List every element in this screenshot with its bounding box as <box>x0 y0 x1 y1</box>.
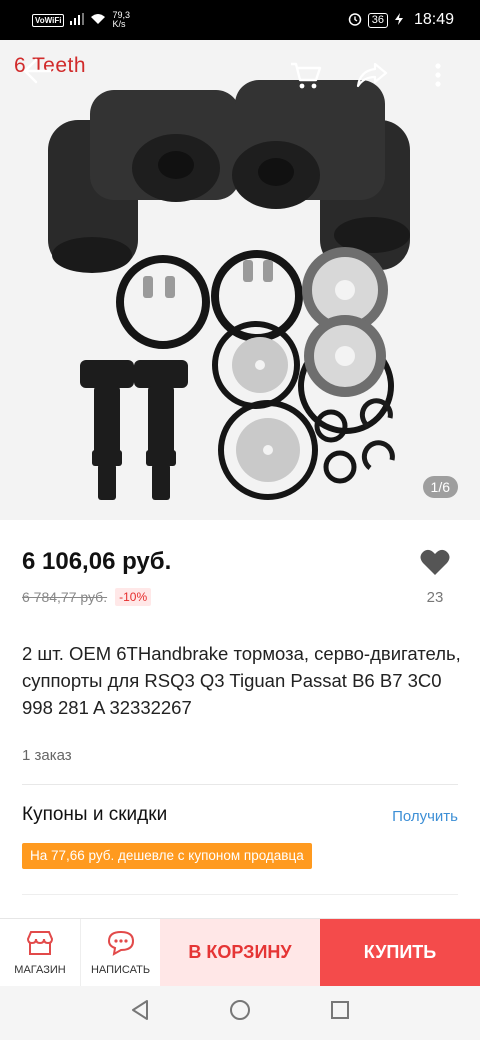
coupons-heading: Купоны и скидки <box>22 804 168 825</box>
product-title: 2 шт. OEM 6THandbrake тормоза, серво-дви… <box>22 643 461 718</box>
add-to-cart-button[interactable]: В КОРЗИНУ <box>160 919 320 986</box>
status-bar: VoWiFi 79,3 K/s 36 18:49 <box>0 0 480 40</box>
back-arrow-icon[interactable] <box>22 58 52 92</box>
get-coupon-link[interactable]: Получить <box>392 808 458 825</box>
wishlist-button[interactable]: 23 <box>410 548 460 606</box>
wishlist-count: 23 <box>426 589 444 606</box>
divider <box>22 784 458 785</box>
alarm-icon <box>348 12 362 29</box>
more-vertical-icon[interactable] <box>420 63 456 94</box>
message-seller-button[interactable]: НАПИСАТЬ <box>80 919 160 986</box>
battery-indicator: 36 <box>367 12 388 28</box>
status-right: 36 18:49 <box>348 11 454 29</box>
nav-recents-icon[interactable] <box>320 999 360 1027</box>
discount-badge: -10% <box>115 588 152 606</box>
store-label: МАГАЗИН <box>14 963 66 976</box>
divider <box>22 894 458 895</box>
wifi-icon <box>90 12 106 28</box>
system-navigation-bar <box>0 986 480 1040</box>
purchase-action-bar: МАГАЗИН НАПИСАТЬ В КОРЗИНУ КУПИТЬ <box>0 918 480 986</box>
signal-icon <box>70 12 85 28</box>
price-section: 6 106,06 руб. 6 784,77 руб. -10% <box>22 548 462 606</box>
product-image-gallery[interactable]: 6 Teeth 1/6 <box>0 40 480 520</box>
store-icon <box>25 930 55 962</box>
buy-now-button[interactable]: КУПИТЬ <box>320 919 480 986</box>
heart-icon <box>410 548 460 581</box>
old-price: 6 784,77 руб. <box>22 589 108 605</box>
gallery-toolbar <box>288 60 480 97</box>
vowifi-badge: VoWiFi <box>32 13 65 27</box>
store-button[interactable]: МАГАЗИН <box>0 919 80 986</box>
message-label: НАПИСАТЬ <box>90 963 151 976</box>
orders-count: 1 заказ <box>22 747 72 764</box>
status-left: VoWiFi 79,3 K/s <box>32 11 130 29</box>
cart-icon[interactable] <box>288 60 324 97</box>
seller-coupon-tag[interactable]: На 77,66 руб. дешевле с купоном продавца <box>22 843 312 869</box>
chat-bubble-icon <box>106 930 136 962</box>
speed-unit: K/s <box>112 19 126 29</box>
nav-home-icon[interactable] <box>220 999 260 1027</box>
clock: 18:49 <box>413 11 454 28</box>
nav-back-icon[interactable] <box>120 999 160 1027</box>
image-page-indicator: 1/6 <box>422 476 458 498</box>
old-price-row: 6 784,77 руб. -10% <box>22 588 462 606</box>
current-price: 6 106,06 руб. <box>22 548 172 575</box>
share-icon[interactable] <box>354 61 390 96</box>
product-photo <box>0 40 480 520</box>
charging-icon <box>394 12 404 28</box>
needle-bearings <box>302 247 388 397</box>
network-speed: 79,3 K/s <box>112 11 130 29</box>
